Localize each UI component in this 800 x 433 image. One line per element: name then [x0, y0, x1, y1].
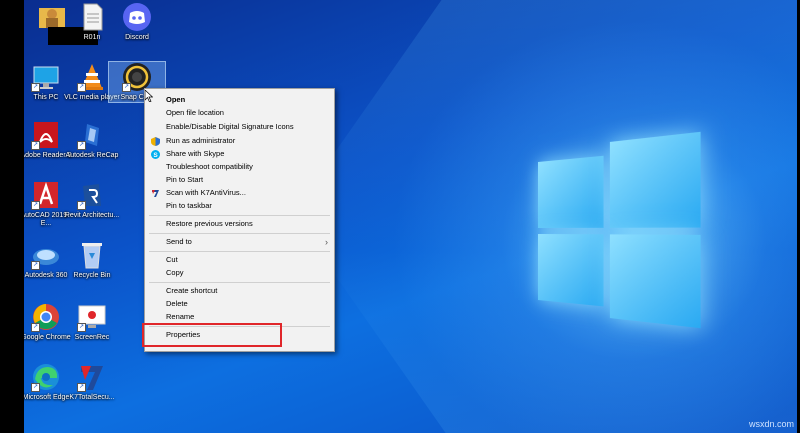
svg-text:S: S	[153, 152, 158, 159]
revit-icon: ↗	[77, 180, 107, 210]
k7-icon	[151, 189, 160, 198]
left-black-bar	[0, 0, 24, 433]
menu-item-open-file-location[interactable]: Open file location	[145, 107, 334, 119]
autocad-icon: ↗	[31, 180, 61, 210]
desktop[interactable]: R01n Discord ↗ This PC ↗ VLC media playe…	[24, 0, 797, 433]
menu-item-cut[interactable]: Cut	[145, 254, 334, 266]
menu-item-scan-with-k7[interactable]: Scan with K7AntiVirus...	[145, 187, 334, 199]
skype-icon: S	[151, 150, 160, 159]
menu-item-pin-to-start[interactable]: Pin to Start	[145, 174, 334, 186]
desktop-icon-k7[interactable]: ↗ K7TotalSecu...	[64, 362, 120, 402]
menu-item-open[interactable]: Open	[145, 94, 334, 106]
menu-item-troubleshoot-compatibility[interactable]: Troubleshoot compatibility	[145, 161, 334, 173]
menu-item-share-with-skype[interactable]: S Share with Skype	[145, 148, 334, 160]
mouse-cursor-icon	[145, 90, 153, 102]
shield-icon	[151, 137, 160, 146]
recycle-bin-icon	[77, 240, 107, 270]
windows-logo-icon	[538, 132, 701, 328]
k7-icon: ↗	[77, 362, 107, 392]
menu-item-send-to[interactable]: Send to ›	[145, 236, 334, 248]
autodesk-recap-icon: ↗	[77, 120, 107, 150]
menu-separator	[149, 282, 330, 283]
menu-item-digital-signature-icons[interactable]: Enable/Disable Digital Signature Icons	[145, 121, 334, 133]
chrome-icon: ↗	[31, 302, 61, 332]
desktop-icon-recycle-bin[interactable]: Recycle Bin	[64, 240, 120, 280]
screen: R01n Discord ↗ This PC ↗ VLC media playe…	[0, 0, 800, 433]
menu-item-delete[interactable]: Delete	[145, 298, 334, 310]
menu-separator	[149, 215, 330, 216]
light-beam-top	[266, 0, 797, 250]
menu-item-run-as-administrator[interactable]: Run as administrator	[145, 135, 334, 147]
autodesk-360-icon: ↗	[31, 240, 61, 270]
menu-separator	[149, 233, 330, 234]
desktop-icon-revit[interactable]: ↗ Revit Architectu...	[64, 180, 120, 220]
menu-item-restore-previous-versions[interactable]: Restore previous versions	[145, 218, 334, 230]
desktop-icon-autodesk-recap[interactable]: ↗ Autodesk ReCap	[64, 120, 120, 160]
menu-item-rename[interactable]: Rename	[145, 311, 334, 323]
screenrec-icon: ↗	[77, 302, 107, 332]
chevron-right-icon: ›	[325, 236, 328, 248]
menu-separator	[149, 251, 330, 252]
desktop-icon-discord[interactable]: Discord	[109, 2, 165, 42]
desktop-icon-screenrec[interactable]: ↗ ScreenRec	[64, 302, 120, 342]
computer-icon: ↗	[31, 62, 61, 92]
discord-icon	[122, 2, 152, 32]
menu-item-copy[interactable]: Copy	[145, 267, 334, 279]
edge-icon: ↗	[31, 362, 61, 392]
menu-item-pin-to-taskbar[interactable]: Pin to taskbar	[145, 200, 334, 212]
adobe-reader-icon: ↗	[31, 120, 61, 150]
properties-highlight-box	[142, 323, 282, 347]
watermark: wsxdn.com	[749, 419, 794, 429]
vlc-cone-icon: ↗	[77, 62, 107, 92]
document-icon	[77, 2, 107, 32]
context-menu: Open Open file location Enable/Disable D…	[144, 88, 335, 352]
menu-item-create-shortcut[interactable]: Create shortcut	[145, 285, 334, 297]
